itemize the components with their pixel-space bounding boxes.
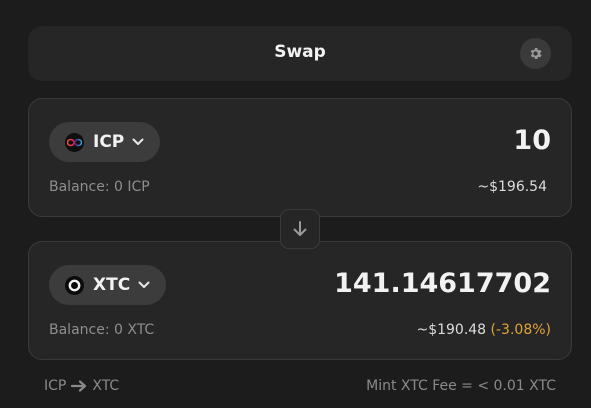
to-usd-value: ~$190.48 (-3.08%) <box>416 322 551 338</box>
to-token-selector[interactable]: XTC <box>49 265 167 305</box>
from-amount-input[interactable]: 10 <box>513 125 551 156</box>
from-token-card: ICP 10 Balance: 0 ICP ~$196.54 <box>28 98 572 217</box>
switch-direction-button[interactable] <box>280 209 320 249</box>
to-usd-amount: ~$190.48 <box>416 322 487 338</box>
swap-app: Swap ICP 10 Balance: 0 ICP ~$196.54 XTC … <box>0 0 591 408</box>
to-token-symbol: XTC <box>93 275 131 295</box>
to-balance: Balance: 0 XTC <box>49 322 155 338</box>
chevron-down-icon <box>132 138 144 146</box>
infinity-logo-icon <box>65 132 84 152</box>
settings-button[interactable] <box>520 38 551 69</box>
arrow-down-icon <box>293 221 307 237</box>
to-token-card: XTC 141.14617702 Balance: 0 XTC ~$190.48… <box>28 241 572 360</box>
to-amount-output: 141.14617702 <box>334 268 551 299</box>
route-to-token: XTC <box>92 378 120 394</box>
arrow-right-icon <box>71 380 87 392</box>
route-from-token: ICP <box>44 378 67 394</box>
from-token-symbol: ICP <box>93 132 125 152</box>
chevron-down-icon <box>138 281 150 289</box>
mint-fee: Mint XTC Fee = < 0.01 XTC <box>366 378 556 394</box>
swap-header: Swap <box>28 26 572 81</box>
from-balance: Balance: 0 ICP <box>49 179 150 195</box>
gear-icon <box>528 46 543 61</box>
from-token-selector[interactable]: ICP <box>49 122 161 162</box>
price-impact: (-3.08%) <box>490 322 551 338</box>
swap-route: ICP XTC <box>44 378 119 394</box>
page-title: Swap <box>274 42 326 62</box>
ring-logo-icon <box>65 275 84 295</box>
from-usd-value: ~$196.54 <box>477 179 547 195</box>
